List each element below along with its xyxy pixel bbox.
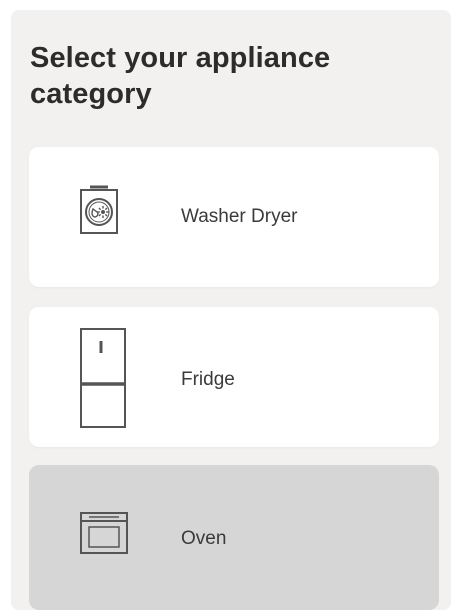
category-card-washer-dryer[interactable]: Washer Dryer: [29, 147, 439, 287]
category-panel: Select your appliance category Washer Dr…: [11, 10, 451, 610]
category-label-washer-dryer: Washer Dryer: [181, 206, 298, 227]
page-title-line-2: category: [30, 78, 152, 110]
page-title-line-1: Select your appliance: [30, 42, 331, 74]
washer-dryer-icon: [80, 185, 118, 234]
category-card-fridge[interactable]: Fridge: [29, 307, 439, 447]
category-label-fridge: Fridge: [181, 369, 235, 390]
fridge-icon: [80, 328, 126, 428]
oven-icon: [80, 512, 128, 554]
category-label-oven: Oven: [181, 528, 227, 549]
page-title: Select your appliance category: [30, 40, 430, 112]
category-card-oven[interactable]: Oven: [29, 465, 439, 610]
